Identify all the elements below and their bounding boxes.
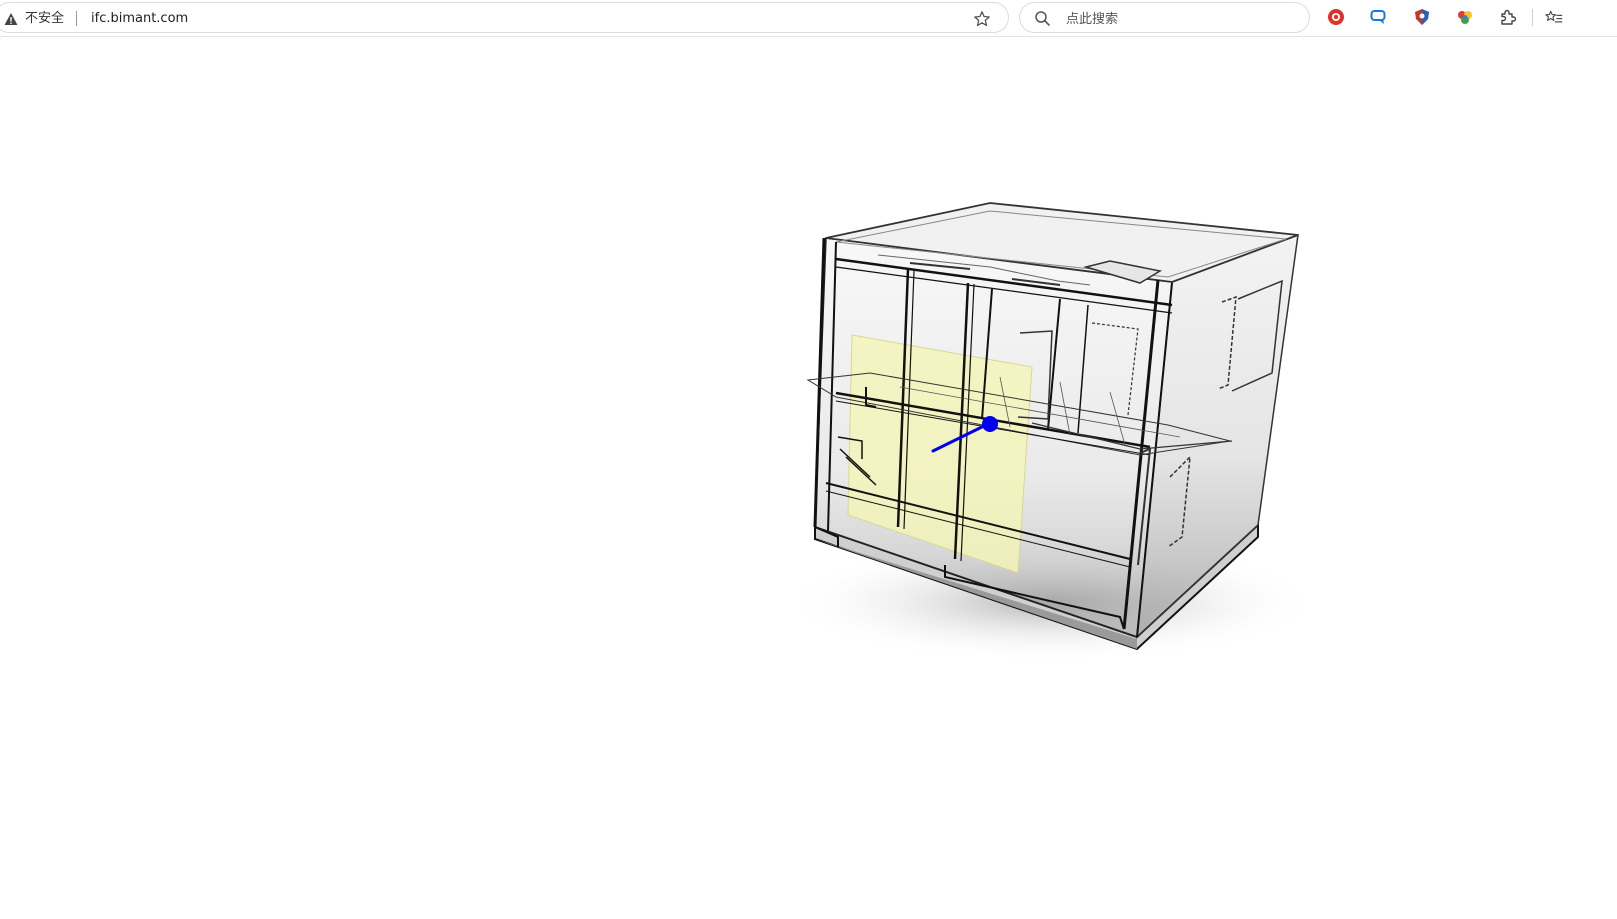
building-model-canvas[interactable] [0, 37, 1617, 915]
shield-extension-icon[interactable] [1413, 8, 1431, 26]
red-record-extension-icon[interactable] [1327, 8, 1345, 26]
ifc-3d-viewer[interactable] [0, 37, 1617, 915]
magnifier-icon [1035, 11, 1050, 26]
warning-triangle-icon[interactable] [4, 12, 18, 26]
address-bar[interactable]: 不安全 ifc.bimant.com [0, 2, 1009, 33]
blue-translate-extension-icon[interactable] [1370, 8, 1388, 26]
star-icon[interactable] [973, 10, 991, 28]
colorful-extension-icon[interactable] [1456, 8, 1474, 26]
search-box[interactable] [1019, 2, 1310, 33]
address-separator [76, 11, 77, 26]
security-status-label[interactable]: 不安全 [25, 10, 64, 28]
toolbar-divider [1532, 9, 1533, 26]
url-text[interactable]: ifc.bimant.com [91, 10, 188, 28]
browser-toolbar: 不安全 ifc.bimant.com [0, 0, 1617, 37]
favorites-list-icon[interactable] [1545, 8, 1563, 26]
search-input[interactable] [1064, 8, 1298, 30]
puzzle-extensions-icon[interactable] [1499, 8, 1517, 26]
